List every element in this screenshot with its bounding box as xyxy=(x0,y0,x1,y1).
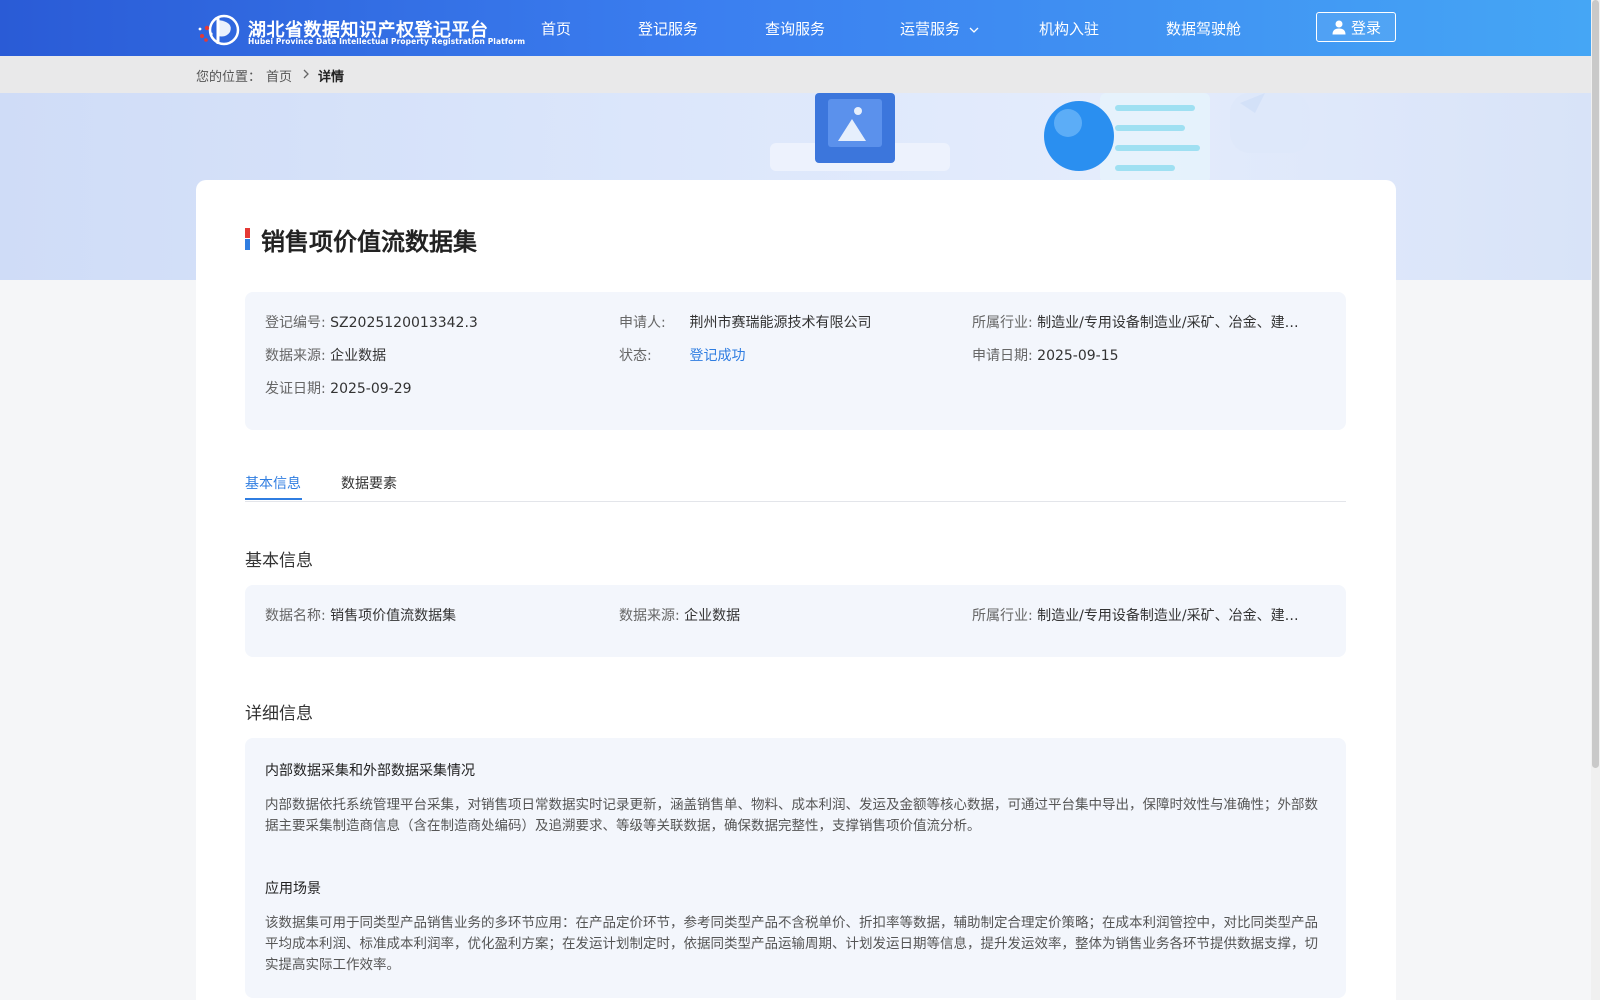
field-value: SZ2025120013342.3 xyxy=(330,315,478,331)
field-label: 数据来源: xyxy=(619,608,680,624)
field-value: 2025-09-29 xyxy=(330,381,412,397)
field-label: 数据来源: xyxy=(265,348,326,364)
field-data-industry: 所属行业: 制造业/专用设备制造业/采矿、冶金、建… xyxy=(972,605,1299,625)
field-value: 荆州市赛瑞能源技术有限公司 xyxy=(689,315,872,331)
active-tab-indicator xyxy=(245,498,302,500)
field-label: 申请人: xyxy=(619,315,666,331)
tab-data-elements[interactable]: 数据要素 xyxy=(341,473,397,493)
logo-emblem-icon xyxy=(198,14,240,46)
field-value: 企业数据 xyxy=(330,348,387,364)
field-apply-date: 申请日期: 2025-09-15 xyxy=(972,345,1119,365)
field-label: 登记编号: xyxy=(265,315,326,331)
scrollbar-thumb[interactable] xyxy=(1592,0,1599,768)
page-scrollbar[interactable] xyxy=(1591,0,1600,1000)
basic-info-panel: 数据名称: 销售项价值流数据集 数据来源: 企业数据 所属行业: 制造业/专用设… xyxy=(245,585,1346,657)
site-logo[interactable]: 湖北省数据知识产权登记平台 Hubei Province Data Intell… xyxy=(196,12,525,48)
title-accent-icon xyxy=(245,228,250,250)
nav-query-service[interactable]: 查询服务 xyxy=(765,18,825,39)
collect-subtitle: 内部数据采集和外部数据采集情况 xyxy=(265,763,475,779)
breadcrumb-prefix: 您的位置： xyxy=(196,70,262,85)
page-title: 销售项价值流数据集 xyxy=(261,228,477,256)
field-status: 状态: 登记成功 xyxy=(619,345,745,365)
field-label: 所属行业: xyxy=(972,315,1033,331)
field-applicant: 申请人: 荆州市赛瑞能源技术有限公司 xyxy=(619,312,871,332)
login-label: 登录 xyxy=(1350,18,1381,37)
field-data-source: 数据来源: 企业数据 xyxy=(619,605,740,625)
scene-paragraph: 该数据集可用于同类型产品销售业务的多环节应用：在产品定价环节，参考同类型产品不含… xyxy=(265,915,1318,973)
field-label: 状态: xyxy=(619,348,652,364)
field-data-name: 数据名称: 销售项价值流数据集 xyxy=(265,605,456,625)
chevron-right-icon xyxy=(303,69,309,79)
field-value: 企业数据 xyxy=(684,608,741,624)
breadcrumb: 您的位置： 首页 详情 xyxy=(0,56,1591,93)
tab-bar: 基本信息 数据要素 xyxy=(245,470,1346,502)
detail-info-panel: 内部数据采集和外部数据采集情况 内部数据依托系统管理平台采集，对销售项日常数据实… xyxy=(245,738,1346,998)
field-label: 所属行业: xyxy=(972,608,1033,624)
field-label: 发证日期: xyxy=(265,381,326,397)
field-value: 制造业/专用设备制造业/采矿、冶金、建… xyxy=(1037,608,1299,624)
scene-subtitle: 应用场景 xyxy=(265,881,321,897)
chevron-down-icon xyxy=(969,27,979,33)
field-label: 申请日期: xyxy=(972,348,1033,364)
top-navigation-bar: 湖北省数据知识产权登记平台 Hubei Province Data Intell… xyxy=(0,0,1591,56)
field-value: 制造业/专用设备制造业/采矿、冶金、建… xyxy=(1037,315,1299,331)
logo-subtitle: Hubei Province Data Intellectual Propert… xyxy=(248,37,526,46)
field-reg-no: 登记编号: SZ2025120013342.3 xyxy=(265,312,478,332)
nav-home[interactable]: 首页 xyxy=(541,18,571,39)
nav-operation-service[interactable]: 运营服务 xyxy=(900,18,980,39)
tab-basic-info[interactable]: 基本信息 xyxy=(245,473,301,493)
summary-panel: 登记编号: SZ2025120013342.3 申请人: 荆州市赛瑞能源技术有限… xyxy=(245,292,1346,430)
breadcrumb-home-link[interactable]: 首页 xyxy=(266,66,292,85)
detail-info-heading: 详细信息 xyxy=(245,704,313,724)
collect-paragraph: 内部数据依托系统管理平台采集，对销售项日常数据实时记录更新，涵盖销售单、物料、成… xyxy=(265,797,1318,834)
breadcrumb-current: 详情 xyxy=(318,70,345,85)
user-icon xyxy=(1332,20,1346,35)
detail-card: 销售项价值流数据集 登记编号: SZ2025120013342.3 申请人: 荆… xyxy=(196,180,1396,1000)
login-button[interactable]: 登录 xyxy=(1316,12,1396,42)
field-value: 销售项价值流数据集 xyxy=(330,608,457,624)
nav-operation-service-label: 运营服务 xyxy=(900,20,961,38)
field-label: 数据名称: xyxy=(265,608,326,624)
nav-registration-service[interactable]: 登记服务 xyxy=(638,18,698,39)
status-badge: 登记成功 xyxy=(689,348,746,364)
field-value: 2025-09-15 xyxy=(1037,348,1119,364)
field-issue-date: 发证日期: 2025-09-29 xyxy=(265,378,412,398)
nav-institution-entry[interactable]: 机构入驻 xyxy=(1039,18,1099,39)
field-source: 数据来源: 企业数据 xyxy=(265,345,386,365)
basic-info-heading: 基本信息 xyxy=(245,551,313,571)
field-industry: 所属行业: 制造业/专用设备制造业/采矿、冶金、建… xyxy=(972,312,1299,332)
nav-data-cockpit[interactable]: 数据驾驶舱 xyxy=(1166,18,1241,39)
